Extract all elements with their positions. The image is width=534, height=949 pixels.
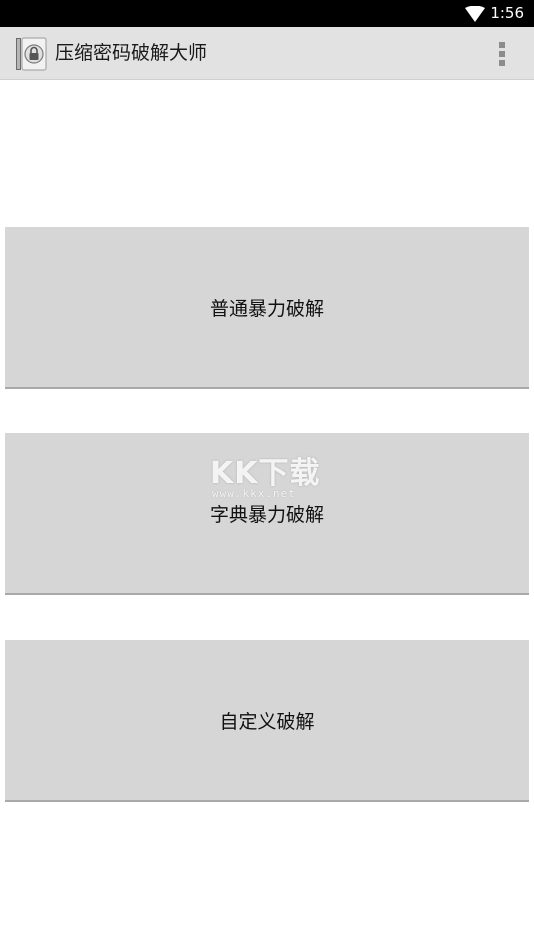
wifi-icon — [465, 6, 485, 22]
dictionary-brute-force-button[interactable]: 字典暴力破解 — [5, 433, 529, 595]
app-title: 压缩密码破解大师 — [55, 42, 208, 64]
lock-archive-icon — [16, 37, 47, 71]
action-bar: 压缩密码破解大师 — [0, 27, 534, 80]
overflow-menu-icon[interactable] — [490, 39, 514, 69]
custom-crack-button[interactable]: 自定义破解 — [5, 640, 529, 802]
normal-brute-force-button[interactable]: 普通暴力破解 — [5, 227, 529, 389]
status-time: 1:56 — [490, 4, 524, 22]
status-bar: 1:56 — [0, 0, 534, 27]
